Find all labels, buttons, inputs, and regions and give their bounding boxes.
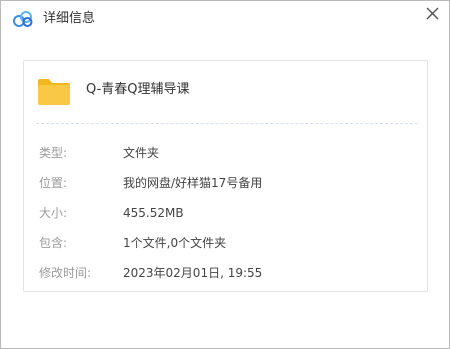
info-row-contains: 包含: 1个文件,0个文件夹 — [39, 233, 419, 253]
details-dialog: 详细信息 Q-青春Q理辅导课 类型: 文件夹 位置: 我的网盘/好样猫17号备用… — [0, 0, 450, 349]
cloud-drive-icon — [12, 10, 34, 28]
type-value: 文件夹 — [123, 146, 160, 160]
contains-value: 1个文件,0个文件夹 — [123, 236, 227, 250]
file-info-card: Q-青春Q理辅导课 类型: 文件夹 位置: 我的网盘/好样猫17号备用 大小: … — [23, 60, 428, 292]
size-label: 大小: — [39, 206, 68, 220]
close-icon[interactable] — [420, 2, 444, 26]
close-button[interactable] — [420, 2, 444, 26]
modified-value: 2023年02月01日, 19:55 — [123, 266, 263, 280]
contains-label: 包含: — [39, 236, 68, 250]
title-bar: 详细信息 — [1, 1, 449, 40]
info-row-modified: 修改时间: 2023年02月01日, 19:55 — [39, 263, 419, 283]
info-row-size: 大小: 455.52MB — [39, 203, 419, 223]
info-row-type: 类型: 文件夹 — [39, 143, 419, 163]
type-label: 类型: — [39, 146, 68, 160]
dialog-title: 详细信息 — [43, 11, 96, 26]
size-value: 455.52MB — [123, 206, 184, 220]
modified-label: 修改时间: — [39, 266, 92, 280]
location-value: 我的网盘/好样猫17号备用 — [123, 176, 263, 190]
info-row-location: 位置: 我的网盘/好样猫17号备用 — [39, 173, 419, 193]
location-label: 位置: — [39, 176, 68, 190]
folder-icon — [35, 76, 73, 108]
divider — [36, 123, 418, 124]
file-name: Q-青春Q理辅导课 — [86, 82, 190, 97]
